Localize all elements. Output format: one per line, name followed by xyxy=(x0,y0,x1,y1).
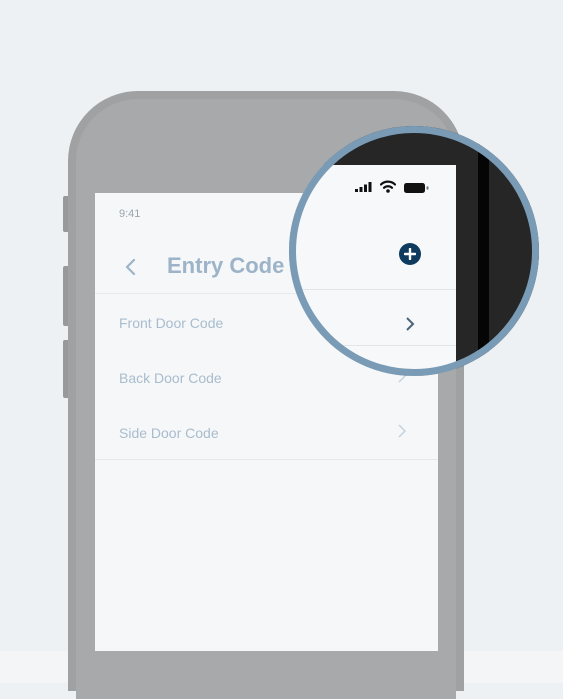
add-code-button[interactable] xyxy=(399,243,421,265)
magnifier-callout xyxy=(289,126,539,376)
plus-icon xyxy=(404,248,416,260)
wifi-icon xyxy=(380,180,396,193)
battery-icon xyxy=(404,183,429,193)
page-title: Entry Code xyxy=(167,253,285,278)
list-item[interactable]: Side Door Code xyxy=(95,404,438,460)
chevron-left-icon[interactable] xyxy=(123,256,139,278)
list-item-label: Side Door Code xyxy=(119,425,219,441)
status-time: 9:41 xyxy=(119,208,141,220)
chevron-right-icon xyxy=(406,317,415,331)
signal-icon xyxy=(355,182,372,192)
divider xyxy=(289,289,456,290)
list-item-label: Back Door Code xyxy=(119,370,222,386)
list-item-label: Front Door Code xyxy=(119,315,224,331)
chevron-right-icon xyxy=(398,424,406,438)
divider xyxy=(289,345,456,346)
phone-edge xyxy=(478,126,489,376)
